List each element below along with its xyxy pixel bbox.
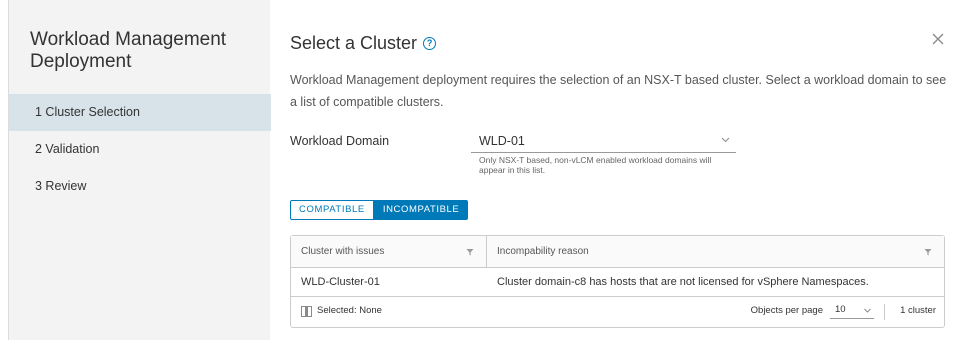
clusters-datagrid: Cluster with issues Incompability reason… — [290, 235, 945, 328]
workload-domain-hint: Only NSX-T based, non-vLCM enabled workl… — [479, 155, 712, 175]
datagrid-footer: Selected: None Objects per page 10 1 clu… — [291, 297, 944, 327]
description-text: Workload Management deployment requires … — [290, 73, 947, 109]
workload-domain-value: WLD-01 — [479, 134, 525, 148]
datagrid-header: Cluster with issues Incompability reason — [291, 236, 944, 268]
column-header-label: Incompability reason — [497, 246, 589, 257]
chevron-down-icon — [864, 308, 871, 313]
table-row[interactable]: WLD-Cluster-01 Cluster domain-c8 has hos… — [291, 268, 944, 297]
incompatible-button[interactable]: INCOMPATIBLE — [373, 200, 469, 220]
objects-per-page-value: 10 — [835, 304, 846, 315]
page-title: Select a Cluster — [290, 33, 418, 53]
column-toggle-icon[interactable] — [301, 306, 312, 317]
wizard-content: Select a Cluster ? Workload Management d… — [270, 0, 963, 340]
help-icon[interactable]: ? — [423, 37, 437, 50]
step-validation[interactable]: 2 Validation — [9, 131, 271, 168]
wizard-steps: 1 Cluster Selection 2 Validation 3 Revie… — [9, 94, 271, 205]
wizard-title: Workload Management Deployment — [30, 29, 227, 72]
chevron-down-icon — [721, 137, 730, 143]
cluster-name-cell: WLD-Cluster-01 — [301, 276, 380, 288]
page-title-row: Select a Cluster ? — [290, 33, 437, 54]
step-review[interactable]: 3 Review — [9, 168, 271, 205]
filter-icon[interactable] — [924, 248, 932, 256]
column-header-cluster[interactable]: Cluster with issues — [291, 236, 487, 267]
incompatibility-reason-cell: Cluster domain-c8 has hosts that are not… — [497, 276, 869, 288]
cluster-count: 1 cluster — [900, 305, 936, 316]
compatibility-toggle: COMPATIBLE INCOMPATIBLE — [290, 200, 469, 220]
close-icon[interactable] — [931, 32, 945, 46]
column-header-label: Cluster with issues — [301, 246, 385, 257]
column-header-reason[interactable]: Incompability reason — [487, 236, 944, 267]
footer-divider — [884, 304, 885, 320]
objects-per-page-label: Objects per page — [750, 305, 823, 316]
workload-domain-select[interactable]: WLD-01 — [471, 129, 736, 153]
step-cluster-selection[interactable]: 1 Cluster Selection — [9, 94, 271, 131]
workload-domain-label: Workload Domain — [290, 134, 390, 148]
wizard-sidebar: Workload Management Deployment 1 Cluster… — [8, 0, 271, 340]
selected-count: Selected: None — [317, 305, 382, 316]
objects-per-page-select[interactable]: 10 — [830, 303, 874, 319]
filter-icon[interactable] — [466, 248, 474, 256]
compatible-button[interactable]: COMPATIBLE — [290, 200, 374, 220]
